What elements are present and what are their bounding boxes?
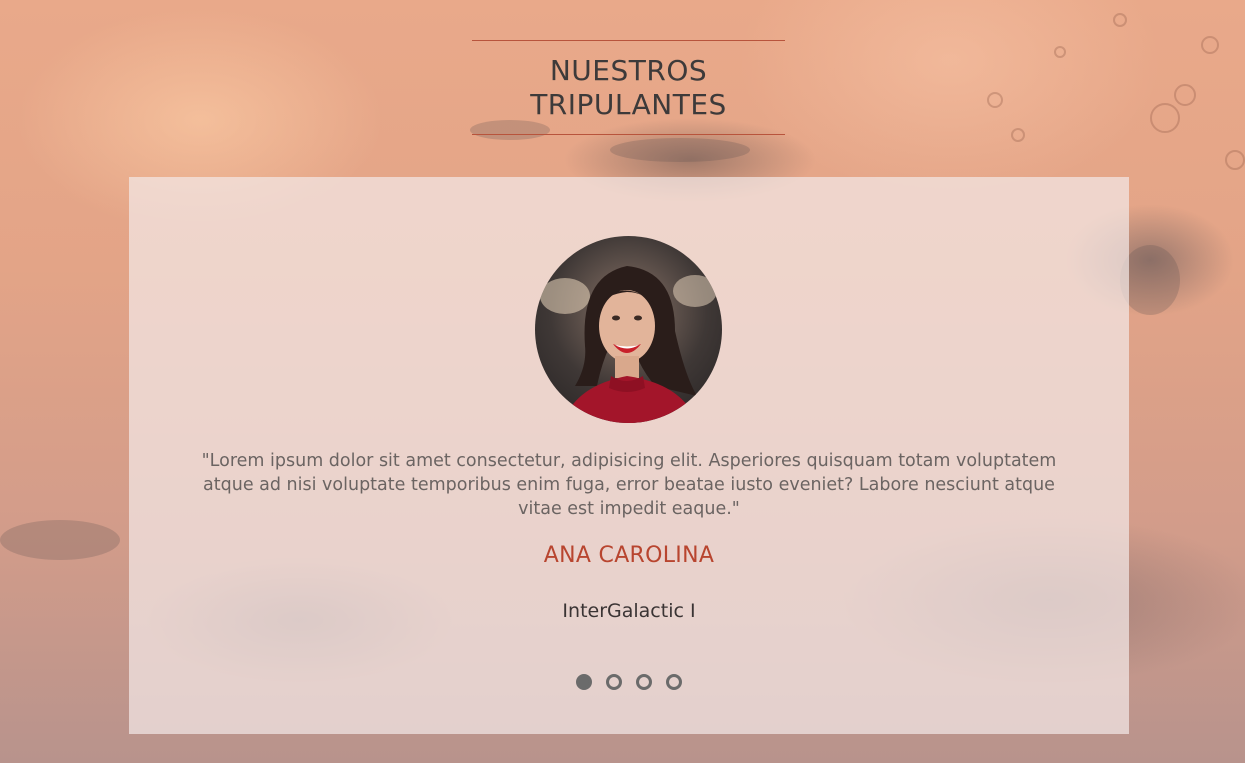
section-title: NUESTROS TRIPULANTES [530,53,727,121]
crew-avatar [535,236,722,423]
crew-name: ANA CAROLINA [543,543,715,568]
carousel-dot-2[interactable] [606,674,622,690]
testimonial-card: "Lorem ipsum dolor sit amet consectetur,… [129,177,1129,734]
carousel-dot-4[interactable] [666,674,682,690]
carousel-dot-3[interactable] [636,674,652,690]
section-header: NUESTROS TRIPULANTES [472,40,785,135]
carousel-indicators [129,674,1129,690]
crew-ship: InterGalactic I [562,600,696,622]
carousel-dot-1[interactable] [576,674,592,690]
testimonial-quote: "Lorem ipsum dolor sit amet consectetur,… [201,451,1057,519]
avatar-photo-icon [535,236,722,423]
